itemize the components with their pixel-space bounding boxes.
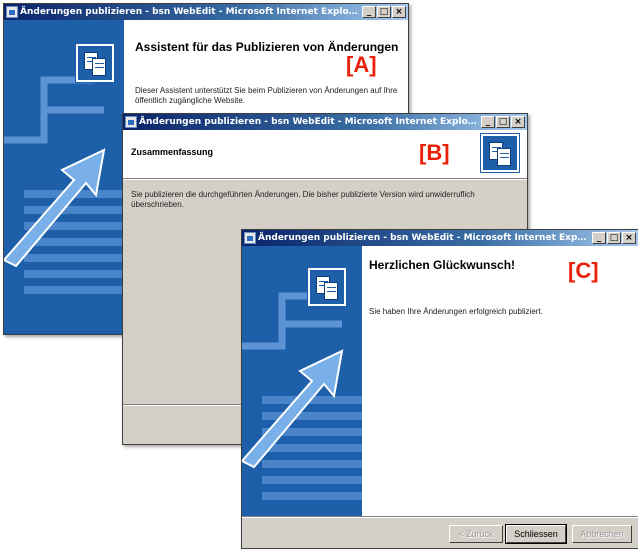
ie-page-icon — [6, 6, 18, 18]
label-marker-a: [A] — [346, 52, 377, 77]
ie-page-icon — [244, 232, 256, 244]
page-body-text: Sie haben Ihre Änderungen erfolgreich pu… — [369, 307, 543, 316]
minimize-button[interactable]: _ — [592, 232, 606, 244]
close-button[interactable]: × — [511, 116, 525, 128]
dialog-window-c: Änderungen publizieren - bsn WebEdit - M… — [241, 229, 638, 549]
minimize-button[interactable]: _ — [481, 116, 495, 128]
side-panel — [4, 20, 124, 334]
side-panel — [242, 246, 362, 518]
minimize-button[interactable]: _ — [362, 6, 376, 18]
page-body-text: Dieser Assistent unterstützt Sie beim Pu… — [135, 86, 398, 105]
publish-pages-icon — [480, 133, 520, 173]
header-separator — [123, 178, 527, 180]
close-button[interactable]: × — [392, 6, 406, 18]
close-button[interactable]: × — [622, 232, 636, 244]
maximize-button[interactable]: □ — [377, 6, 391, 18]
ie-page-icon — [125, 116, 137, 128]
content-area — [362, 246, 638, 518]
window-title: Änderungen publizieren - bsn WebEdit - M… — [20, 7, 360, 17]
footer-separator — [242, 516, 638, 518]
maximize-button[interactable]: □ — [607, 232, 621, 244]
title-bar[interactable]: Änderungen publizieren - bsn WebEdit - M… — [4, 4, 408, 20]
window-title: Änderungen publizieren - bsn WebEdit - M… — [258, 233, 588, 243]
label-marker-c: [C] — [568, 258, 599, 283]
page-body-text: Sie publizieren die durchgeführten Änder… — [131, 190, 475, 209]
close-wizard-button[interactable]: Schliessen — [505, 524, 567, 544]
publish-pages-icon — [307, 267, 347, 307]
window-title: Änderungen publizieren - bsn WebEdit - M… — [139, 117, 479, 127]
back-button[interactable]: < Zurück — [449, 525, 503, 543]
publish-pages-icon — [75, 43, 115, 83]
title-bar[interactable]: Änderungen publizieren - bsn WebEdit - M… — [242, 230, 638, 246]
page-heading: Zusammenfassung — [131, 147, 214, 157]
label-marker-b: [B] — [419, 140, 450, 165]
title-bar[interactable]: Änderungen publizieren - bsn WebEdit - M… — [123, 114, 527, 130]
page-heading: Herzlichen Glückwunsch! — [369, 258, 516, 272]
maximize-button[interactable]: □ — [496, 116, 510, 128]
cancel-button[interactable]: Abbrechen — [572, 525, 632, 543]
